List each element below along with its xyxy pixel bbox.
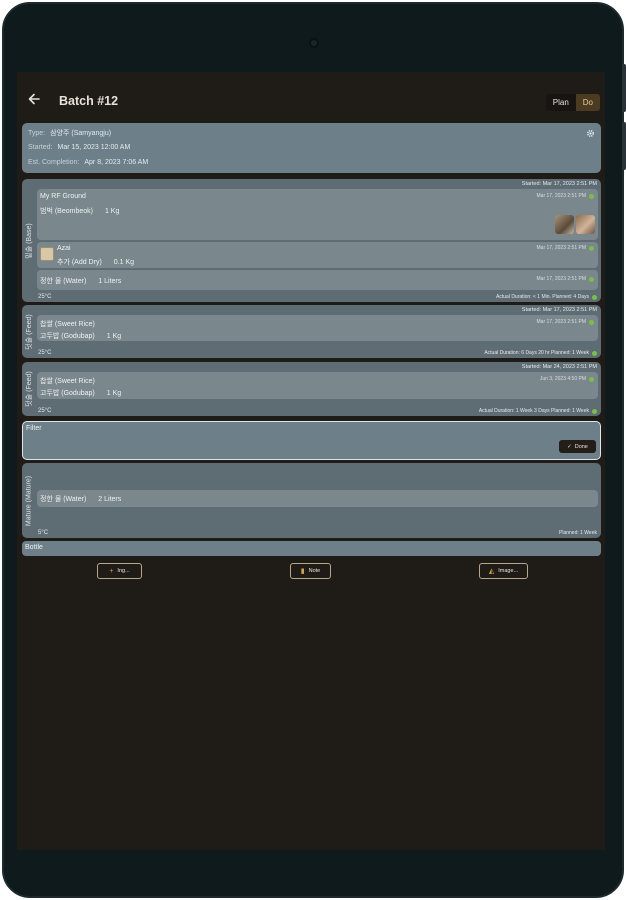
ingredient-timestamp: Jun 3, 2023 4:50 PM (539, 376, 586, 382)
stage-label: Mature (Mature) (25, 475, 33, 526)
mode-toggle: Plan Do (545, 94, 600, 111)
add-note-button[interactable]: ▮ Note (290, 563, 331, 579)
status-dot-icon (589, 245, 594, 251)
ingredient-timestamp: Mar 17, 2023 2:51 PM (536, 276, 586, 282)
type-value: 삼양주 (Samyangju) (50, 130, 112, 137)
est-completion-label: Est. Completion: (28, 159, 80, 166)
ingredient-method: 고두밥 (Godubap) (40, 390, 95, 397)
ingredient-method: 고두밥 (Godubap) (40, 333, 95, 340)
ingredient-image-thumb[interactable] (576, 215, 595, 234)
ingredient-qty: 1 Kg (104, 208, 120, 215)
stage-temperature: 25°C (38, 408, 52, 414)
stage-base[interactable]: 밑술 (Base) Started: Mar 17, 2023 2:51 PM … (22, 179, 601, 302)
ingredient-qty: 1 Kg (106, 390, 122, 397)
status-dot-icon (592, 294, 597, 300)
volume-button (622, 122, 626, 170)
started-label: Started: (28, 144, 53, 151)
ingredient-name: My RF Ground (40, 193, 86, 200)
ingredient-card[interactable]: 찹쌀 (Sweet Rice) Mar 17, 2023 2:51 PM 고두밥… (37, 315, 598, 341)
ingredient-qty: 1 Liters (98, 278, 122, 285)
ingredient-timestamp: Mar 17, 2023 2:51 PM (536, 193, 586, 199)
stage-started: Started: Mar 17, 2023 2:51 PM (521, 307, 597, 313)
status-dot-icon (589, 193, 594, 199)
check-icon: ✓ (567, 443, 572, 450)
add-note-label: Note (308, 568, 321, 574)
ingredient-name: 찹쌀 (Sweet Rice) (40, 378, 95, 385)
image-icon: ◭ (488, 568, 495, 575)
stage-bottle[interactable]: Bottle (22, 541, 601, 556)
stage-duration: Planned: 1 Week (559, 530, 597, 536)
est-completion-value: Apr 8, 2023 7:06 AM (84, 159, 149, 166)
ingredient-image-thumb[interactable] (555, 215, 574, 234)
est-completion-row: Est. Completion: Apr 8, 2023 7:06 AM (28, 159, 148, 166)
status-dot-icon (592, 350, 597, 356)
status-dot-icon (592, 408, 597, 414)
ingredient-card[interactable]: 정한 물 (Water) 2 Liters (37, 490, 598, 507)
ingredient-qty: 2 Liters (98, 496, 122, 503)
plus-icon: + (109, 567, 114, 575)
ingredient-timestamp: Mar 17, 2023 2:51 PM (536, 319, 586, 325)
ingredient-method: 추가 (Add Dry) (57, 259, 102, 266)
stage-label-wrap: Mature (Mature) (22, 463, 36, 538)
ingredient-name: 찹쌀 (Sweet Rice) (40, 321, 95, 328)
ingredient-method: 범벅 (Beombeok) (40, 208, 93, 215)
stage-label: Filter (26, 425, 42, 432)
stage-label-wrap: 밑술 (Base) (22, 179, 36, 302)
stage-started: Started: Mar 24, 2023 2:51 PM (521, 364, 597, 370)
action-bar: + Ing... ▮ Note ◭ Image... (17, 563, 605, 581)
stage-filter[interactable]: Filter ✓ Done (22, 421, 601, 460)
stage-label: Bottle (25, 544, 43, 551)
front-camera (309, 38, 319, 48)
ingredient-qty: 0.1 Kg (113, 259, 135, 266)
stage-mature[interactable]: Mature (Mature) 정한 물 (Water) 2 Liters 5°C… (22, 463, 601, 538)
stage-label: 덧술 (Feed) (26, 313, 33, 350)
started-value: Mar 15, 2023 12:00 AM (57, 144, 131, 151)
ingredient-timestamp: Mar 17, 2023 2:51 PM (536, 245, 586, 251)
done-label: Done (574, 443, 588, 450)
stage-duration: Actual Duration: 6 Days 20 hr Planned: 1… (484, 350, 589, 356)
ingredient-card[interactable]: My RF Ground Mar 17, 2023 2:51 PM 범벅 (Be… (37, 189, 598, 240)
ingredient-card[interactable]: 정한 물 (Water) 1 Liters Mar 17, 2023 2:51 P… (37, 270, 598, 290)
stage-feed-2[interactable]: 덧술 (Feed) Started: Mar 24, 2023 2:51 PM … (22, 362, 601, 416)
add-image-button[interactable]: ◭ Image... (479, 563, 528, 579)
mode-plan-button[interactable]: Plan (545, 94, 576, 111)
type-row: Type: 삼양주 (Samyangju) (28, 128, 111, 138)
add-ingredient-button[interactable]: + Ing... (97, 563, 142, 579)
ingredient-card[interactable]: Azai Mar 17, 2023 2:51 PM 추가 (Add Dry) 0.… (37, 242, 598, 268)
stage-temperature: 25°C (38, 294, 52, 300)
done-button[interactable]: ✓ Done (559, 440, 596, 453)
ingredient-qty: 1 Kg (106, 333, 122, 340)
stage-temperature: 25°C (38, 350, 52, 356)
stage-duration: Actual Duration: 1 Week 3 Days Planned: … (478, 408, 589, 414)
app-screen: Batch #12 Plan Do Type: 삼양주 (Samyangju) S… (17, 72, 605, 850)
stage-label: 밑술 (Base) (26, 222, 33, 259)
add-image-label: Image... (498, 568, 519, 574)
note-icon: ▮ (300, 568, 305, 575)
status-dot-icon (589, 276, 594, 282)
stage-label-wrap: 덧술 (Feed) (22, 362, 36, 416)
type-label: Type: (28, 130, 46, 137)
batch-info-card: Type: 삼양주 (Samyangju) Started: Mar 15, 202… (22, 123, 601, 173)
mode-do-button[interactable]: Do (575, 94, 600, 111)
stage-label: 덧술 (Feed) (26, 371, 33, 407)
stage-label-wrap: 덧술 (Feed) (22, 305, 36, 358)
add-ingredient-label: Ing... (117, 568, 130, 574)
stage-feed-1[interactable]: 덧술 (Feed) Started: Mar 17, 2023 2:51 PM … (22, 305, 601, 358)
status-dot-icon (589, 319, 594, 325)
status-dot-icon (589, 376, 594, 382)
stage-temperature: 5°C (38, 530, 49, 536)
stage-duration: Actual Duration: < 1 Min. Planned: 4 Day… (496, 294, 589, 300)
arrow-back-icon[interactable] (27, 92, 41, 106)
power-button (622, 64, 626, 112)
stage-started: Started: Mar 17, 2023 2:51 PM (521, 181, 597, 187)
started-row: Started: Mar 15, 2023 12:00 AM (28, 144, 130, 151)
ingredient-icon (40, 247, 54, 261)
page-title: Batch #12 (59, 94, 119, 108)
ingredient-name: Azai (57, 245, 71, 252)
ingredient-card[interactable]: 찹쌀 (Sweet Rice) Jun 3, 2023 4:50 PM 고두밥 … (37, 372, 598, 399)
ingredient-name: 정한 물 (Water) (40, 496, 87, 503)
app-bar: Batch #12 Plan Do (17, 72, 605, 128)
ingredient-name: 정한 물 (Water) (40, 278, 87, 285)
gear-icon[interactable] (586, 129, 595, 138)
